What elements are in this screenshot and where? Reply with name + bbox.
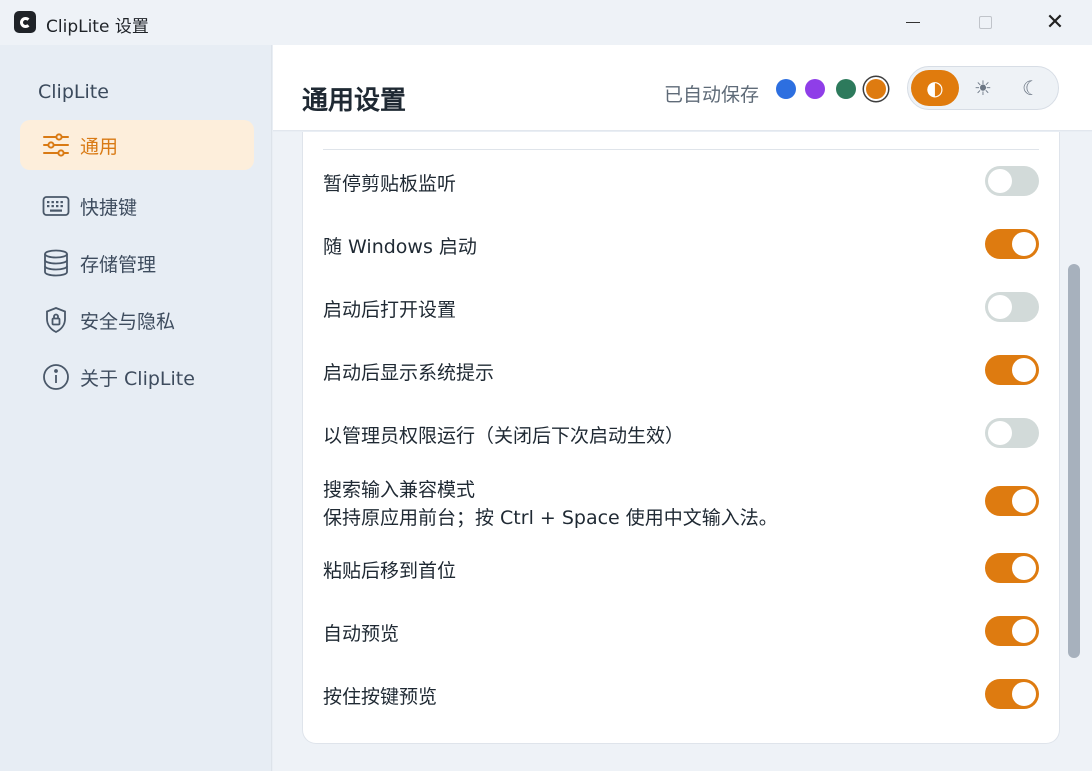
title-bar: ClipLite 设置 ✕	[0, 0, 1092, 45]
toggle-knob	[1012, 489, 1036, 513]
theme-mode-switcher: ◐ ☀ ☾	[907, 66, 1059, 110]
setting-label: 启动后显示系统提示	[323, 362, 495, 384]
contrast-icon: ◐	[926, 76, 944, 100]
setting-row: 启动后打开设置	[323, 292, 1039, 322]
sidebar-item-label: 关于 ClipLite	[80, 367, 195, 390]
sidebar: ClipLite 通用 快捷键 存储管理 安全与隐私 关于 ClipLite	[0, 45, 272, 771]
accent-swatch-purple[interactable]	[805, 79, 825, 99]
maximize-button[interactable]	[962, 0, 1008, 45]
setting-toggle[interactable]	[985, 229, 1039, 259]
accent-swatch-green[interactable]	[836, 79, 856, 99]
setting-label: 启动后打开设置	[323, 299, 457, 321]
toggle-knob	[1012, 682, 1036, 706]
keyboard-icon	[42, 192, 70, 220]
sliders-icon	[42, 131, 70, 159]
setting-toggle[interactable]	[985, 292, 1039, 322]
moon-icon: ☾	[1022, 76, 1040, 100]
info-icon	[42, 363, 70, 391]
toggle-knob	[1012, 232, 1036, 256]
save-status: 已自动保存	[664, 84, 760, 106]
app-logo-icon	[14, 11, 36, 33]
maximize-icon	[978, 16, 992, 29]
setting-label: 暂停剪贴板监听	[323, 173, 457, 195]
sidebar-item-storage[interactable]: 存储管理	[20, 238, 254, 288]
page-title: 通用设置	[302, 86, 407, 116]
accent-swatch-blue[interactable]	[776, 79, 796, 99]
setting-row: 粘贴后移到首位	[323, 553, 1039, 583]
toggle-knob	[988, 421, 1012, 445]
setting-label: 以管理员权限运行（关闭后下次启动生效）	[323, 425, 685, 447]
setting-label: 粘贴后移到首位	[323, 560, 457, 582]
setting-toggle[interactable]	[985, 553, 1039, 583]
sidebar-item-label: 安全与隐私	[80, 310, 176, 333]
setting-row: 暂停剪贴板监听	[323, 166, 1039, 196]
shield-lock-icon	[42, 306, 70, 334]
setting-row: 以管理员权限运行（关闭后下次启动生效）	[323, 418, 1039, 448]
toggle-knob	[1012, 358, 1036, 382]
setting-toggle[interactable]	[985, 616, 1039, 646]
toggle-knob	[988, 295, 1012, 319]
setting-label: 搜索输入兼容模式	[323, 479, 476, 501]
theme-light-button[interactable]: ☀	[959, 70, 1007, 106]
setting-row: 搜索输入兼容模式 保持原应用前台；按 Ctrl + Space 使用中文输入法。	[323, 472, 1039, 532]
scrollbar-thumb[interactable]	[1068, 264, 1080, 658]
sidebar-item-label: 快捷键	[80, 196, 138, 219]
close-button[interactable]: ✕	[1032, 0, 1078, 45]
setting-toggle[interactable]	[985, 679, 1039, 709]
accent-swatch-orange[interactable]	[866, 79, 886, 99]
setting-label: 按住按键预览	[323, 686, 438, 708]
theme-dark-button[interactable]: ☾	[1007, 70, 1055, 106]
setting-label: 自动预览	[323, 623, 400, 645]
setting-description: 保持原应用前台；按 Ctrl + Space 使用中文输入法。	[323, 507, 778, 529]
theme-auto-button[interactable]: ◐	[911, 70, 959, 106]
sidebar-item-security[interactable]: 安全与隐私	[20, 295, 254, 345]
sidebar-brand: ClipLite	[38, 81, 109, 103]
window-title: ClipLite 设置	[46, 17, 149, 37]
sidebar-item-about[interactable]: 关于 ClipLite	[20, 352, 254, 402]
toggle-knob	[1012, 556, 1036, 580]
settings-card: 暂停剪贴板监听 随 Windows 启动 启动后打开设置 启动后显示系统提示 以…	[302, 132, 1060, 744]
setting-row: 自动预览	[323, 616, 1039, 646]
minimize-button[interactable]	[890, 0, 936, 45]
setting-toggle[interactable]	[985, 166, 1039, 196]
divider	[323, 149, 1039, 150]
setting-row: 随 Windows 启动	[323, 229, 1039, 259]
toggle-knob	[988, 169, 1012, 193]
close-icon: ✕	[1045, 9, 1065, 35]
setting-label: 随 Windows 启动	[323, 236, 477, 258]
setting-toggle[interactable]	[985, 486, 1039, 516]
setting-toggle[interactable]	[985, 418, 1039, 448]
toggle-knob	[1012, 619, 1036, 643]
page-header: 通用设置 已自动保存 ◐ ☀ ☾	[273, 45, 1092, 131]
sun-icon: ☀	[974, 76, 992, 100]
database-icon	[42, 249, 70, 277]
sidebar-item-label: 存储管理	[80, 253, 157, 276]
setting-row: 启动后显示系统提示	[323, 355, 1039, 385]
sidebar-item-label: 通用	[80, 135, 119, 158]
sidebar-item-shortcuts[interactable]: 快捷键	[20, 181, 254, 231]
sidebar-item-general[interactable]: 通用	[20, 120, 254, 170]
setting-row: 按住按键预览	[323, 679, 1039, 709]
minimize-icon	[906, 21, 920, 24]
setting-toggle[interactable]	[985, 355, 1039, 385]
